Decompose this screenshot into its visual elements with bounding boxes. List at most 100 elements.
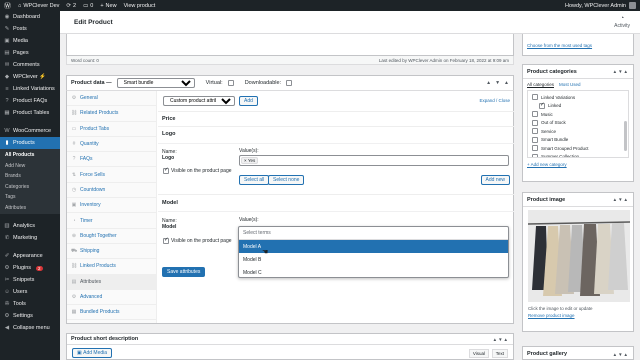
most-used-tags-link[interactable]: Choose from the most used tags xyxy=(527,43,592,48)
menu-item-linked-variations[interactable]: ≡ Linked Variations xyxy=(0,83,60,95)
category-scrollbar[interactable] xyxy=(624,121,627,151)
tab-product-tabs[interactable]: ▭ Product Tabs xyxy=(67,122,156,137)
category-checkbox[interactable] xyxy=(532,119,538,126)
product-gallery-header[interactable]: Product gallery ▲▼▲ xyxy=(523,347,633,360)
category-item-linked[interactable]: Linked xyxy=(532,102,624,111)
activity-button[interactable]: ◔ Activity xyxy=(614,15,630,29)
move-down-icon[interactable]: ▼ xyxy=(495,80,500,86)
category-checkbox[interactable] xyxy=(532,128,538,135)
menu-item-pages[interactable]: ▤ Pages xyxy=(0,47,60,59)
tab-inventory[interactable]: ▣ Inventory xyxy=(67,198,156,214)
editor-content-area[interactable] xyxy=(66,34,514,56)
remove-chip-icon[interactable]: × xyxy=(244,158,247,163)
add-attribute-button[interactable]: Add xyxy=(239,96,258,106)
menu-item-media[interactable]: ▣ Media xyxy=(0,35,60,47)
menu-item-users[interactable]: ☺ Users xyxy=(0,286,60,298)
panel-arrows-icon[interactable]: ▲▼▲ xyxy=(613,69,629,74)
menu-item-posts[interactable]: ✎ Posts xyxy=(0,23,60,35)
option-model-c[interactable]: Model C xyxy=(239,266,508,279)
site-name-link[interactable]: ⌂ WPClever Dev xyxy=(18,3,59,9)
view-product-link[interactable]: View product xyxy=(124,3,156,9)
logo-values-input[interactable] xyxy=(239,155,509,166)
virtual-checkbox[interactable] xyxy=(227,80,234,86)
product-image-header[interactable]: Product image ▲▼▲ xyxy=(523,193,633,207)
select-all-button[interactable]: Select all xyxy=(239,175,270,185)
panel-arrows-icon[interactable]: ▲▼▲ xyxy=(493,337,509,342)
submenu-item-attributes[interactable]: Attributes xyxy=(0,203,60,214)
category-item-music[interactable]: Music xyxy=(532,110,624,119)
tab-bought-together[interactable]: ⊕ Bought Together xyxy=(67,229,156,244)
tab-bundled-products[interactable]: ▦ Bundled Products xyxy=(67,305,156,321)
tab-linked-products[interactable]: ⛓ Linked Products xyxy=(67,259,156,275)
logo-visible-checkbox[interactable] xyxy=(163,167,169,174)
panel-arrows-icon[interactable]: ▲▼▲ xyxy=(613,197,629,202)
category-checkbox[interactable] xyxy=(532,145,538,152)
tab-general[interactable]: ⚙ General xyxy=(67,91,156,107)
submenu-item-tags[interactable]: Tags xyxy=(0,192,60,203)
menu-item-collapse-menu[interactable]: ◀ Collapse menu xyxy=(0,322,60,334)
submenu-item-add-new[interactable]: Add New xyxy=(0,161,60,172)
logo-add-new-button[interactable]: Add new xyxy=(480,175,510,185)
submenu-item-all-products[interactable]: All Products xyxy=(0,150,60,161)
attribute-logo-title[interactable]: Logo xyxy=(162,131,175,137)
categories-header[interactable]: Product categories ▲▼▲ xyxy=(523,65,633,79)
category-checkbox[interactable] xyxy=(532,136,538,143)
menu-item-appearance[interactable]: ✐ Appearance xyxy=(0,250,60,262)
new-content-link[interactable]: + New xyxy=(100,3,116,9)
menu-item-woocommerce[interactable]: W WooCommerce xyxy=(0,125,60,137)
save-attributes-button[interactable]: Save attributes xyxy=(162,267,206,277)
submenu-item-categories[interactable]: Categories xyxy=(0,182,60,193)
submenu-item-brands[interactable]: Brands xyxy=(0,171,60,182)
attribute-model-title[interactable]: Model xyxy=(162,200,178,206)
category-checkbox[interactable] xyxy=(532,111,538,118)
menu-item-snippets[interactable]: ✂ Snippets xyxy=(0,274,60,286)
menu-item-marketing[interactable]: ✆ Marketing xyxy=(0,232,60,244)
option-model-b[interactable]: Model B xyxy=(239,253,508,266)
category-checkbox[interactable] xyxy=(539,102,545,109)
attribute-type-select[interactable]: Custom product attribute xyxy=(163,96,235,106)
tab-all-categories[interactable]: All categories xyxy=(527,82,555,88)
tab-timer[interactable]: ◔ Timer xyxy=(67,213,156,229)
menu-item-analytics[interactable]: ▥ Analytics xyxy=(0,220,60,232)
tab-countdown[interactable]: ◷ Countdown xyxy=(67,183,156,199)
tab-attributes[interactable]: ▤ Attributes xyxy=(67,274,156,290)
toggle-panel-icon[interactable]: ▲ xyxy=(504,80,509,86)
category-item-summer-collection[interactable]: Summer Collection xyxy=(532,153,624,157)
tab-advanced[interactable]: ⚙ Advanced xyxy=(67,290,156,306)
menu-item-settings[interactable]: ⚙ Settings xyxy=(0,310,60,322)
wordpress-logo-icon[interactable]: Ⓦ xyxy=(4,1,11,11)
account-menu[interactable]: Howdy, WPClever Admin xyxy=(565,2,636,9)
model-visible-checkbox[interactable] xyxy=(163,237,169,244)
menu-item-tools[interactable]: ✇ Tools xyxy=(0,298,60,310)
short-description-header[interactable]: Product short description ▲▼▲ xyxy=(67,334,513,345)
menu-item-wpclever[interactable]: ◆ WPClever ⚡ xyxy=(0,71,60,83)
updates-link[interactable]: ⟳ 2 xyxy=(66,3,76,9)
add-category-link[interactable]: + Add new category xyxy=(523,160,633,169)
move-up-icon[interactable]: ▲ xyxy=(486,80,491,86)
menu-item-plugins[interactable]: ⚙ Plugins 2 xyxy=(0,262,60,274)
select-none-button[interactable]: Select none xyxy=(268,175,305,185)
category-item-smart-grouped-product[interactable]: Smart Grouped Product xyxy=(532,144,624,153)
expand-close-link[interactable]: Expand / Close xyxy=(479,98,510,103)
tab-shipping[interactable]: ⛟ Shipping xyxy=(67,244,156,260)
remove-image-link[interactable]: Remove product image xyxy=(523,312,633,319)
tab-related-products[interactable]: ⛓ Related Products xyxy=(67,106,156,122)
model-terms-dropdown[interactable]: Select terms Model A Model B Model C xyxy=(238,226,509,278)
category-checkbox[interactable] xyxy=(532,153,538,157)
downloadable-checkbox[interactable] xyxy=(286,80,293,86)
comments-link[interactable]: ▭ 0 xyxy=(83,3,93,9)
tab-faqs[interactable]: ? FAQs xyxy=(67,152,156,168)
menu-item-comments[interactable]: ✉ Comments xyxy=(0,59,60,71)
tab-quantity[interactable]: # Quantity xyxy=(67,137,156,153)
category-item-out-of-stock[interactable]: Out of Stock xyxy=(532,119,624,128)
menu-item-dashboard[interactable]: ◉ Dashboard xyxy=(0,11,60,23)
menu-item-products[interactable]: ▮ Products xyxy=(0,137,60,149)
tab-most-used[interactable]: Most Used xyxy=(559,82,581,88)
text-tab[interactable]: Text xyxy=(491,349,508,358)
tab-force-sells[interactable]: ⇅ Force Sells xyxy=(67,167,156,183)
category-item-smart-bundle[interactable]: Smart Bundle xyxy=(532,136,624,145)
category-item-linked-variations[interactable]: Linked Variations xyxy=(532,93,624,102)
menu-item-product-tables[interactable]: ▦ Product Tables xyxy=(0,107,60,119)
option-model-a[interactable]: Model A xyxy=(239,240,508,253)
product-type-select[interactable]: Smart bundle xyxy=(116,78,195,88)
